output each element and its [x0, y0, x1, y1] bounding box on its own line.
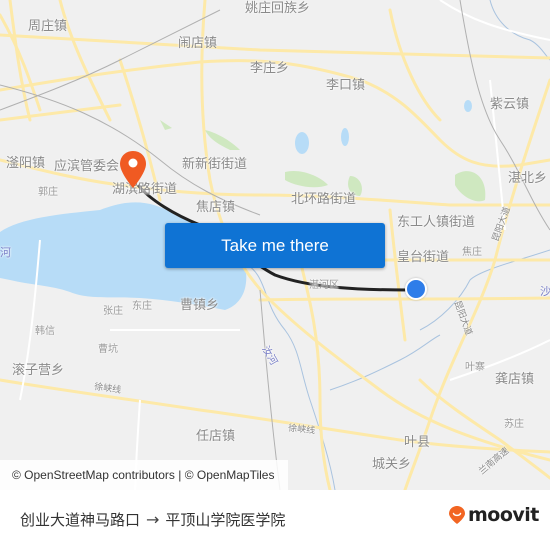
origin-name: 创业大道神马路口: [20, 511, 141, 529]
place-label: 紫云镇: [490, 97, 530, 112]
map-canvas[interactable]: 周庄镇 姚庄回族乡 闹店镇 李庄乡 李口镇 紫云镇 湛北乡 滏阳镇 应滨管委会 …: [0, 0, 550, 490]
place-label: 郭庄: [38, 187, 58, 198]
place-label: 北环路街道: [291, 192, 357, 207]
place-label: 李口镇: [326, 78, 366, 93]
place-label: 周庄镇: [28, 19, 68, 34]
route-title: 创业大道神马路口 → 平顶山学院医学院: [20, 509, 285, 530]
river-label: 河: [0, 246, 11, 259]
place-label: 张庄: [103, 306, 123, 317]
place-label: 滏阳镇: [6, 156, 46, 171]
place-label: 苏庄: [504, 419, 524, 430]
destination-name: 平顶山学院医学院: [165, 511, 286, 529]
place-label: 新新街街道: [182, 157, 248, 172]
place-label: 曹坑: [98, 344, 118, 355]
place-label: 叶寨: [465, 362, 485, 373]
river-label: 沙: [540, 285, 550, 298]
destination-pin-icon[interactable]: [118, 150, 148, 190]
footer-bar: 创业大道神马路口 → 平顶山学院医学院 moovit: [0, 490, 550, 550]
place-label: 湛北乡: [508, 171, 548, 186]
place-label: 叶县: [404, 435, 431, 450]
moovit-logo[interactable]: moovit: [448, 504, 539, 526]
place-label: 龚店镇: [495, 372, 535, 387]
brand-name: moovit: [468, 504, 539, 526]
place-label: 闹店镇: [178, 36, 218, 51]
origin-marker-icon[interactable]: [405, 278, 427, 300]
place-label: 曹镇乡: [180, 298, 220, 313]
place-label: 任店镇: [196, 429, 236, 444]
moovit-pin-icon: [449, 506, 465, 524]
map-attribution[interactable]: © OpenStreetMap contributors | © OpenMap…: [0, 460, 288, 490]
place-label: 皇台街道: [397, 250, 450, 265]
place-label: 焦庄: [462, 247, 482, 258]
place-label: 姚庄回族乡: [245, 1, 311, 16]
take-me-there-button[interactable]: Take me there: [165, 223, 385, 268]
place-label: 东庄: [132, 301, 152, 312]
place-label: 湛河区: [309, 280, 339, 291]
place-label: 韩信: [35, 326, 55, 337]
place-label: 应滨管委会: [54, 159, 120, 174]
place-label: 焦店镇: [196, 200, 236, 215]
arrow-right-icon: →: [146, 510, 160, 529]
place-label: 滚子营乡: [12, 363, 65, 378]
place-label: 李庄乡: [250, 61, 290, 76]
place-label: 城关乡: [372, 457, 412, 472]
place-label: 东工人镇街道: [397, 215, 476, 230]
